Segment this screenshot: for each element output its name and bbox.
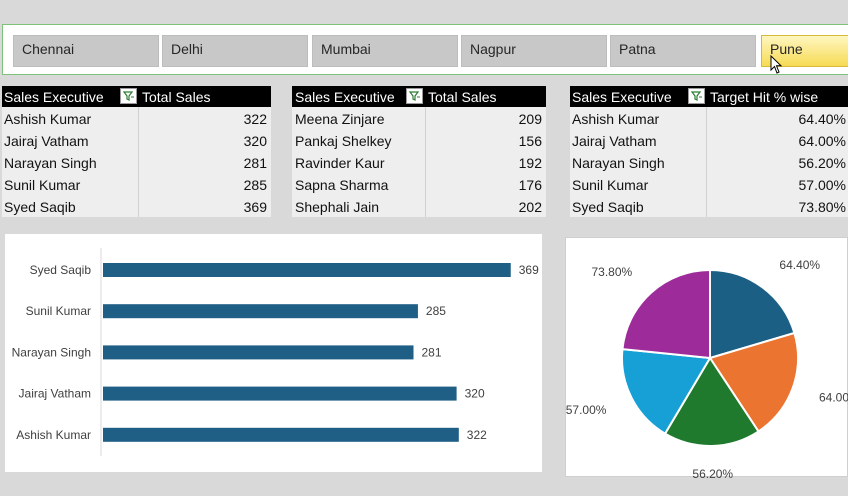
- table-row: Meena Zinjare 209: [295, 111, 542, 127]
- data-label: 285: [426, 304, 446, 318]
- table-row: Sapna Sharma 176: [295, 177, 542, 193]
- table-row: Syed Saqib 369: [4, 199, 267, 215]
- bar: [103, 345, 414, 360]
- table-header: Sales Executive Target Hit % wise: [570, 86, 848, 107]
- bar: [103, 427, 459, 442]
- bar-chart-svg: Syed Saqib 369 Sunil Kumar 285 Narayan Singh…: [12, 248, 539, 456]
- table-row: Sunil Kumar 57.00%: [572, 177, 846, 193]
- target-hit-pie-chart: 64.40% 64.00% 56.20% 57.00% 73.80%: [565, 237, 848, 481]
- data-label: 320: [465, 387, 485, 401]
- category-label: Sunil Kumar: [26, 304, 91, 318]
- bar: [103, 304, 418, 319]
- column-header-target-hit: Target Hit % wise: [710, 89, 819, 105]
- data-label: 322: [467, 428, 487, 442]
- column-header-executive: Sales Executive: [4, 89, 104, 105]
- slicer-item-delhi[interactable]: Delhi: [162, 35, 308, 67]
- table-row: Sunil Kumar 285: [4, 177, 267, 193]
- category-label: Jairaj Vatham: [19, 387, 91, 401]
- table-row: Ashish Kumar 64.40%: [572, 111, 846, 127]
- pie-slice: [621, 268, 711, 360]
- pie-data-label: 57.00%: [566, 403, 607, 417]
- data-label: 369: [519, 263, 539, 277]
- table-row: Ravinder Kaur 192: [295, 155, 542, 171]
- category-label: Narayan Singh: [12, 345, 91, 359]
- category-label: Ashish Kumar: [16, 428, 91, 442]
- slicer-item-chennai[interactable]: Chennai: [13, 35, 159, 67]
- target-hit-table: Sales Executive Target Hit % wise Ashish…: [570, 86, 848, 217]
- table-row: Pankaj Shelkey 156: [295, 133, 542, 149]
- table-header: Sales Executive Total Sales: [2, 86, 271, 107]
- data-label: 281: [422, 345, 442, 359]
- table-row: Syed Saqib 73.80%: [572, 199, 846, 215]
- table-row: Jairaj Vatham 320: [4, 133, 267, 149]
- table-row: Narayan Singh 281: [4, 155, 267, 171]
- sales-bar-chart: Syed Saqib 369 Sunil Kumar 285 Narayan Singh…: [5, 234, 542, 472]
- slicer-item-nagpur[interactable]: Nagpur: [461, 35, 607, 67]
- pie-data-label: 73.80%: [592, 265, 633, 279]
- table-row: Shephali Jain 202: [295, 199, 542, 215]
- column-header-executive: Sales Executive: [295, 89, 395, 105]
- column-header-total-sales: Total Sales: [428, 89, 497, 105]
- table-row: Ashish Kumar 322: [4, 111, 267, 127]
- slicer-item-patna[interactable]: Patna: [610, 35, 756, 67]
- table-header: Sales Executive Total Sales: [292, 86, 546, 107]
- column-header-executive: Sales Executive: [572, 89, 672, 105]
- pie-chart-svg: 64.40% 64.00% 56.20% 57.00% 73.80%: [566, 258, 848, 481]
- column-header-total-sales: Total Sales: [142, 89, 211, 105]
- table-row: Jairaj Vatham 64.00%: [572, 133, 846, 149]
- filter-icon[interactable]: [688, 88, 705, 104]
- filter-icon[interactable]: [120, 88, 137, 104]
- filter-icon[interactable]: [406, 88, 423, 104]
- pie-data-label: 64.40%: [779, 258, 820, 272]
- category-label: Syed Saqib: [30, 263, 92, 277]
- bar: [103, 386, 457, 401]
- slicer-item-mumbai[interactable]: Mumbai: [312, 35, 458, 67]
- city-slicer: Chennai Delhi Mumbai Nagpur Patna Pune: [2, 24, 848, 75]
- sales-table-2: Sales Executive Total Sales Meena Zinjar…: [292, 86, 546, 217]
- pie-data-label: 64.00%: [819, 391, 848, 405]
- sales-table-1: Sales Executive Total Sales Ashish Kumar…: [2, 86, 271, 217]
- table-row: Narayan Singh 56.20%: [572, 155, 846, 171]
- bar: [103, 263, 511, 277]
- pie-data-label: 56.20%: [692, 467, 733, 478]
